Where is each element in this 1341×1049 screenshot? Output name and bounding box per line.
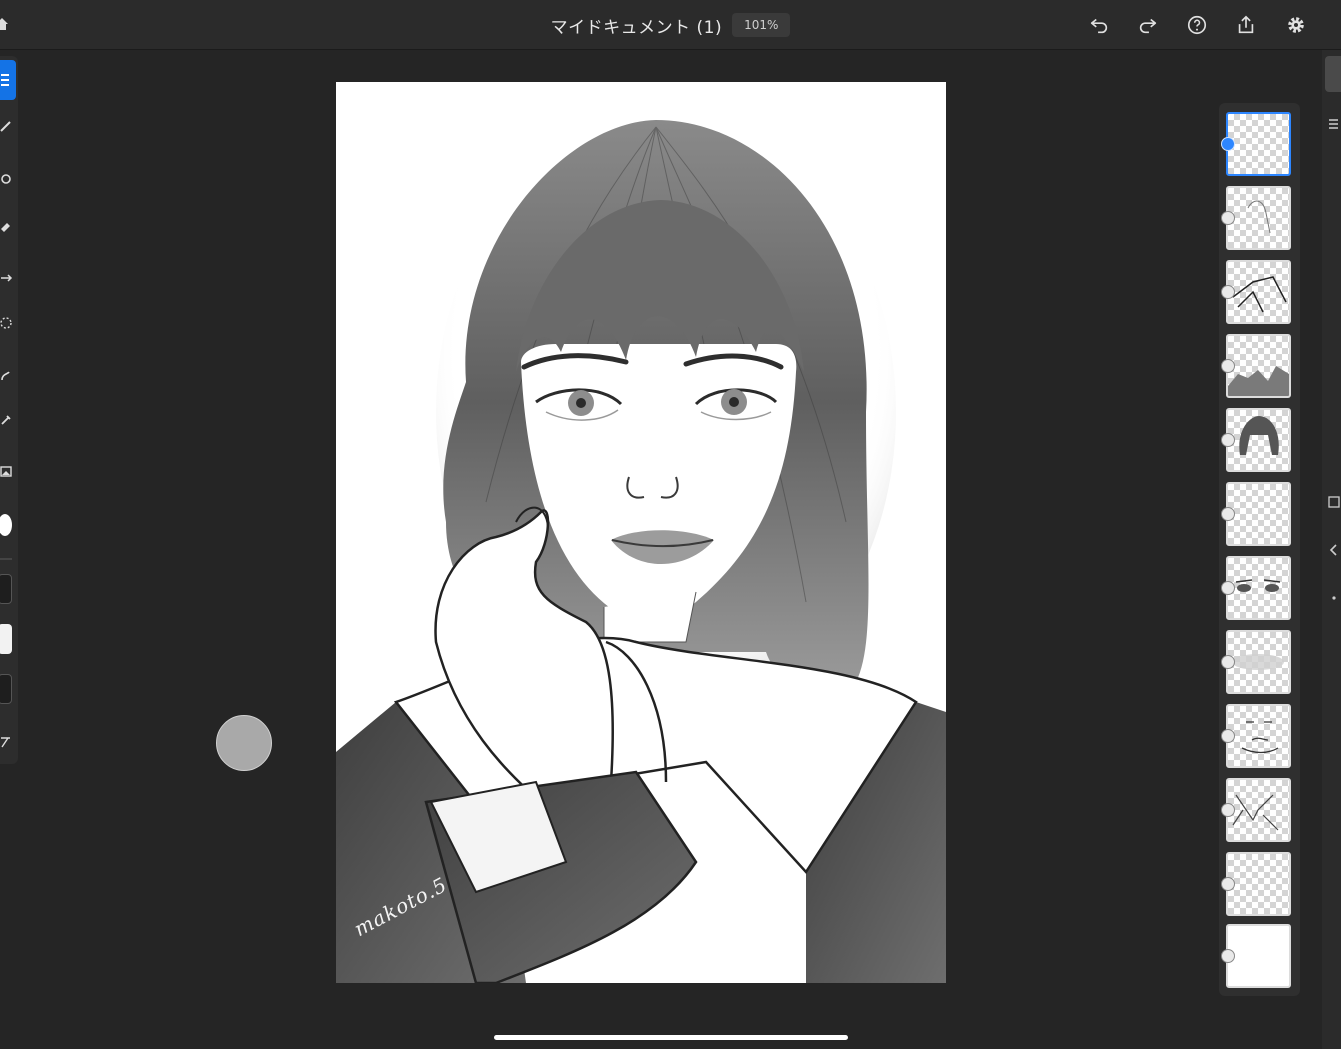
layer-thumbnail-9[interactable] — [1226, 704, 1291, 768]
more-options-icon[interactable] — [1326, 590, 1341, 606]
secondary-color-swatch[interactable] — [0, 574, 12, 604]
brush-icon[interactable] — [0, 114, 16, 138]
zoom-level-badge[interactable]: 101% — [732, 13, 791, 37]
eyedropper-icon[interactable] — [0, 408, 16, 432]
layer-visibility-icon[interactable] — [1221, 729, 1235, 743]
top-bar: マイドキュメント (1) 101% — [0, 0, 1341, 50]
touch-shortcut-button[interactable] — [216, 715, 272, 771]
brush-size-swatch[interactable] — [0, 674, 12, 704]
layer-thumbnail-7[interactable] — [1226, 556, 1291, 620]
panel-icon[interactable] — [1326, 494, 1341, 510]
layer-thumbnail-background[interactable] — [1226, 924, 1291, 988]
pen-settings-icon[interactable] — [0, 730, 16, 754]
layer-thumbnail-5[interactable] — [1226, 408, 1291, 472]
layer-thumbnail-6[interactable] — [1226, 482, 1291, 546]
pencil-portrait — [336, 82, 946, 983]
layer-visibility-icon[interactable] — [1221, 433, 1235, 447]
gear-icon[interactable] — [1284, 13, 1308, 37]
left-toolbar — [0, 56, 18, 764]
layer-thumbnail-3[interactable] — [1226, 260, 1291, 324]
image-icon[interactable] — [0, 459, 16, 483]
layer-visibility-icon[interactable] — [1221, 581, 1235, 595]
primary-color-swatch[interactable] — [0, 514, 12, 536]
layer-thumbnail-8[interactable] — [1226, 630, 1291, 694]
layer-visibility-icon[interactable] — [1221, 655, 1235, 669]
layer-thumbnail-10[interactable] — [1226, 778, 1291, 842]
eraser-icon[interactable] — [0, 214, 16, 238]
layer-tool-icon[interactable] — [0, 60, 16, 100]
chevron-left-icon[interactable] — [1326, 542, 1341, 558]
layer-visibility-icon[interactable] — [1221, 211, 1235, 225]
layers-panel-toggle-icon[interactable] — [1325, 56, 1341, 92]
layer-visibility-icon[interactable] — [1221, 877, 1235, 891]
drawing-canvas[interactable]: makoto.5 — [336, 82, 946, 983]
layer-visibility-icon[interactable] — [1221, 803, 1235, 817]
layer-thumbnail-1[interactable] — [1226, 112, 1291, 176]
smudge-icon[interactable] — [0, 364, 16, 388]
selection-icon[interactable] — [0, 311, 16, 335]
transform-icon[interactable] — [0, 266, 16, 290]
home-indicator[interactable] — [494, 1035, 848, 1040]
undo-icon[interactable] — [1087, 13, 1111, 37]
layer-thumbnail-11[interactable] — [1226, 852, 1291, 916]
help-icon[interactable] — [1185, 13, 1209, 37]
toolbar-divider — [0, 558, 12, 560]
layer-visibility-icon[interactable] — [1221, 359, 1235, 373]
document-title[interactable]: マイドキュメント (1) — [551, 13, 722, 38]
layer-thumbnail-4[interactable] — [1226, 334, 1291, 398]
fill-icon[interactable] — [0, 166, 16, 190]
share-icon[interactable] — [1234, 13, 1258, 37]
layer-visibility-icon[interactable] — [1221, 137, 1235, 151]
layer-thumbnail-2[interactable] — [1226, 186, 1291, 250]
right-rail — [1322, 50, 1341, 1049]
layer-properties-icon[interactable] — [1326, 116, 1341, 132]
layer-visibility-icon[interactable] — [1221, 285, 1235, 299]
opacity-swatch[interactable] — [0, 624, 12, 654]
layer-visibility-icon[interactable] — [1221, 949, 1235, 963]
layer-visibility-icon[interactable] — [1221, 507, 1235, 521]
layers-panel — [1219, 103, 1300, 996]
redo-icon[interactable] — [1136, 13, 1160, 37]
